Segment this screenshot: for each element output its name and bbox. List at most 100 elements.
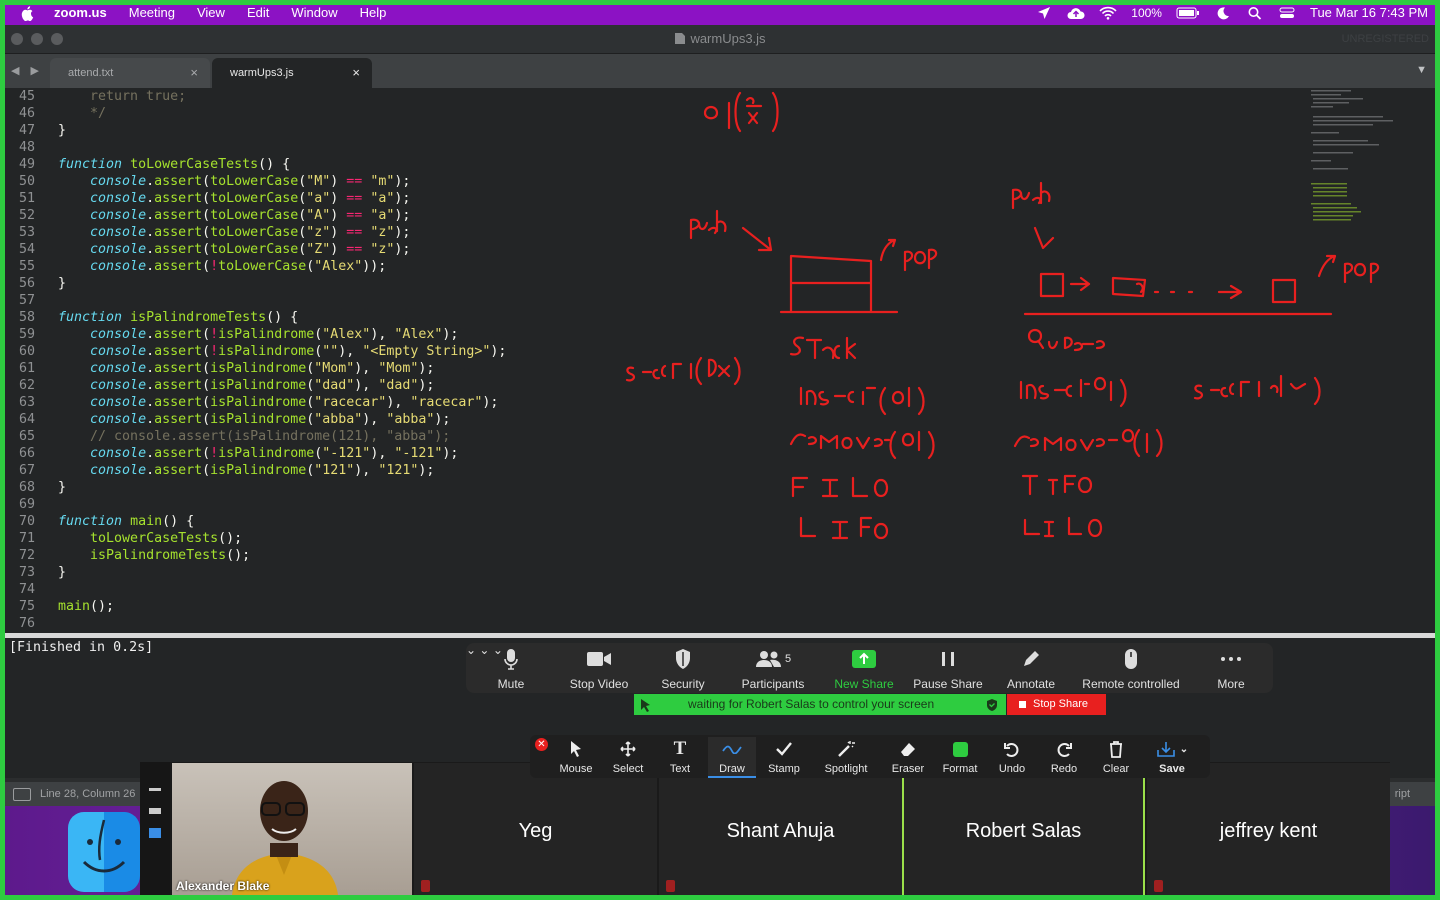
remote-controlled-label: Remote controlled — [1082, 677, 1180, 691]
close-annotation-icon[interactable]: ✕ — [535, 738, 548, 751]
participant-tile-yeg[interactable]: Yeg — [414, 763, 657, 895]
pause-share-label: Pause Share — [913, 677, 983, 691]
trash-icon — [1110, 741, 1122, 758]
color-swatch-icon — [952, 741, 968, 757]
window-title: warmUps3.js — [5, 31, 1435, 46]
tab-close-icon[interactable]: × — [190, 65, 198, 80]
annotation-push-left — [689, 209, 773, 252]
text-tool[interactable]: T Text — [658, 738, 702, 775]
participant-tile-jeffrey-kent[interactable]: jeffrey kent — [1147, 763, 1390, 895]
muted-mic-icon — [666, 880, 675, 892]
tab-nav-arrows[interactable]: ◀ ▶ — [11, 64, 43, 77]
new-share-button[interactable]: New Share — [832, 647, 896, 691]
tab-warmups3-js[interactable]: warmUps3.js × — [212, 58, 372, 88]
clock[interactable]: Tue Mar 16 7:43 PM — [1310, 5, 1428, 20]
save-download-icon — [1156, 742, 1175, 757]
more-label: More — [1217, 677, 1245, 691]
stop-square-icon — [1019, 701, 1026, 708]
magic-wand-icon — [838, 741, 855, 757]
redo-icon — [1057, 743, 1072, 757]
location-icon[interactable] — [1035, 6, 1053, 20]
move-icon — [620, 741, 636, 757]
menu-help[interactable]: Help — [360, 5, 387, 20]
code-editor[interactable]: 45 46 47 48 49 50 51 52 53 54 55 56 57 58 59 60 61 62 63 64… — [5, 88, 1435, 633]
remote-controlled-button[interactable]: Remote controlled — [1076, 647, 1186, 691]
mute-options-chevron-icon[interactable]: ⌄ — [466, 643, 476, 657]
control-center-icon[interactable] — [1278, 6, 1296, 20]
menu-view[interactable]: View — [197, 5, 225, 20]
tab-dropdown-icon[interactable]: ▼ — [1416, 64, 1427, 76]
mouse-label: Mouse — [559, 763, 593, 775]
annotation-pop-left — [879, 238, 938, 272]
clear-button[interactable]: Clear — [1094, 739, 1138, 775]
syntax-selector[interactable]: ript — [1395, 788, 1410, 800]
annotation-lilo — [1023, 516, 1103, 538]
video-camera-icon — [587, 652, 611, 666]
more-button[interactable]: More — [1211, 647, 1251, 691]
tab-close-icon[interactable]: × — [352, 65, 360, 80]
menu-meeting[interactable]: Meeting — [129, 5, 175, 20]
tab-attend-txt[interactable]: attend.txt × — [50, 58, 210, 88]
annotation-lifo — [799, 516, 889, 540]
pause-share-button[interactable]: Pause Share — [910, 647, 986, 691]
spotlight-tool[interactable]: Spotlight — [818, 739, 874, 775]
stop-share-label: Stop Share — [1033, 698, 1089, 710]
participants-button[interactable]: 5 Participants — [736, 647, 810, 691]
self-video-tile[interactable]: Alexander Blake — [172, 763, 412, 895]
eraser-tool[interactable]: Eraser — [886, 739, 930, 775]
apple-icon[interactable] — [20, 5, 36, 21]
draw-label: Draw — [719, 763, 745, 775]
remote-control-status-bar: waiting for Robert Salas to control your… — [634, 694, 1006, 715]
wifi-icon[interactable] — [1099, 6, 1117, 20]
participant-video — [232, 781, 338, 895]
text-label: Text — [669, 763, 691, 775]
layout-strip-icon[interactable] — [149, 808, 161, 814]
mouse-icon — [1125, 649, 1137, 669]
stop-share-button[interactable]: Stop Share — [1007, 694, 1106, 715]
security-button[interactable]: Security — [656, 647, 710, 691]
video-layout-switcher[interactable] — [140, 762, 170, 895]
mute-button[interactable]: Mute — [488, 647, 534, 691]
save-options-chevron-icon[interactable]: ⌄ — [1180, 744, 1188, 755]
annotation-queue-label — [1027, 328, 1105, 352]
save-button[interactable]: ⌄ Save — [1146, 739, 1198, 775]
finder-icon[interactable] — [68, 812, 140, 892]
layout-gallery-icon[interactable] — [149, 828, 161, 838]
save-label: Save — [1159, 763, 1185, 775]
participant-tile-robert-salas[interactable]: Robert Salas — [902, 763, 1145, 895]
annotation-filo — [791, 476, 889, 498]
mouse-tool[interactable]: Mouse — [554, 739, 598, 775]
cloud-upload-icon[interactable] — [1067, 6, 1085, 20]
participants-icon — [755, 651, 781, 667]
annotation-remove-right — [1013, 428, 1163, 458]
format-tool[interactable]: Format — [938, 739, 982, 775]
layout-minimize-icon[interactable] — [149, 788, 161, 791]
annotate-button[interactable]: Annotate — [1002, 647, 1060, 691]
participant-name: Yeg — [518, 820, 553, 842]
annotation-layer — [625, 91, 1380, 540]
pencil-icon — [1024, 651, 1039, 666]
select-tool[interactable]: Select — [606, 739, 650, 775]
participant-tile-shant-ahuja[interactable]: Shant Ahuja — [659, 763, 902, 895]
stamp-tool[interactable]: Stamp — [762, 739, 806, 775]
draw-tool[interactable]: Draw — [708, 737, 756, 778]
menu-window[interactable]: Window — [291, 5, 337, 20]
search-icon[interactable] — [1246, 6, 1264, 20]
annotation-insert-left — [799, 386, 925, 416]
tab-bar: ◀ ▶ attend.txt × warmUps3.js × ▼ — [5, 54, 1435, 88]
undo-button[interactable]: Undo — [990, 739, 1034, 775]
panel-toggle-icon[interactable] — [13, 788, 31, 801]
stamp-label: Stamp — [768, 763, 800, 775]
redo-button[interactable]: Redo — [1042, 739, 1086, 775]
shield-icon — [676, 649, 690, 669]
shield-check-icon — [987, 699, 997, 711]
do-not-disturb-icon[interactable] — [1214, 6, 1232, 20]
annotation-fifo — [1021, 474, 1093, 496]
app-menu[interactable]: zoom.us — [54, 5, 107, 20]
tab-label: attend.txt — [68, 67, 114, 79]
menu-edit[interactable]: Edit — [247, 5, 269, 20]
tab-label: warmUps3.js — [230, 67, 294, 79]
battery-icon[interactable] — [1176, 6, 1200, 20]
stop-video-button[interactable]: Stop Video — [564, 647, 634, 691]
annotation-search-left — [625, 356, 741, 386]
